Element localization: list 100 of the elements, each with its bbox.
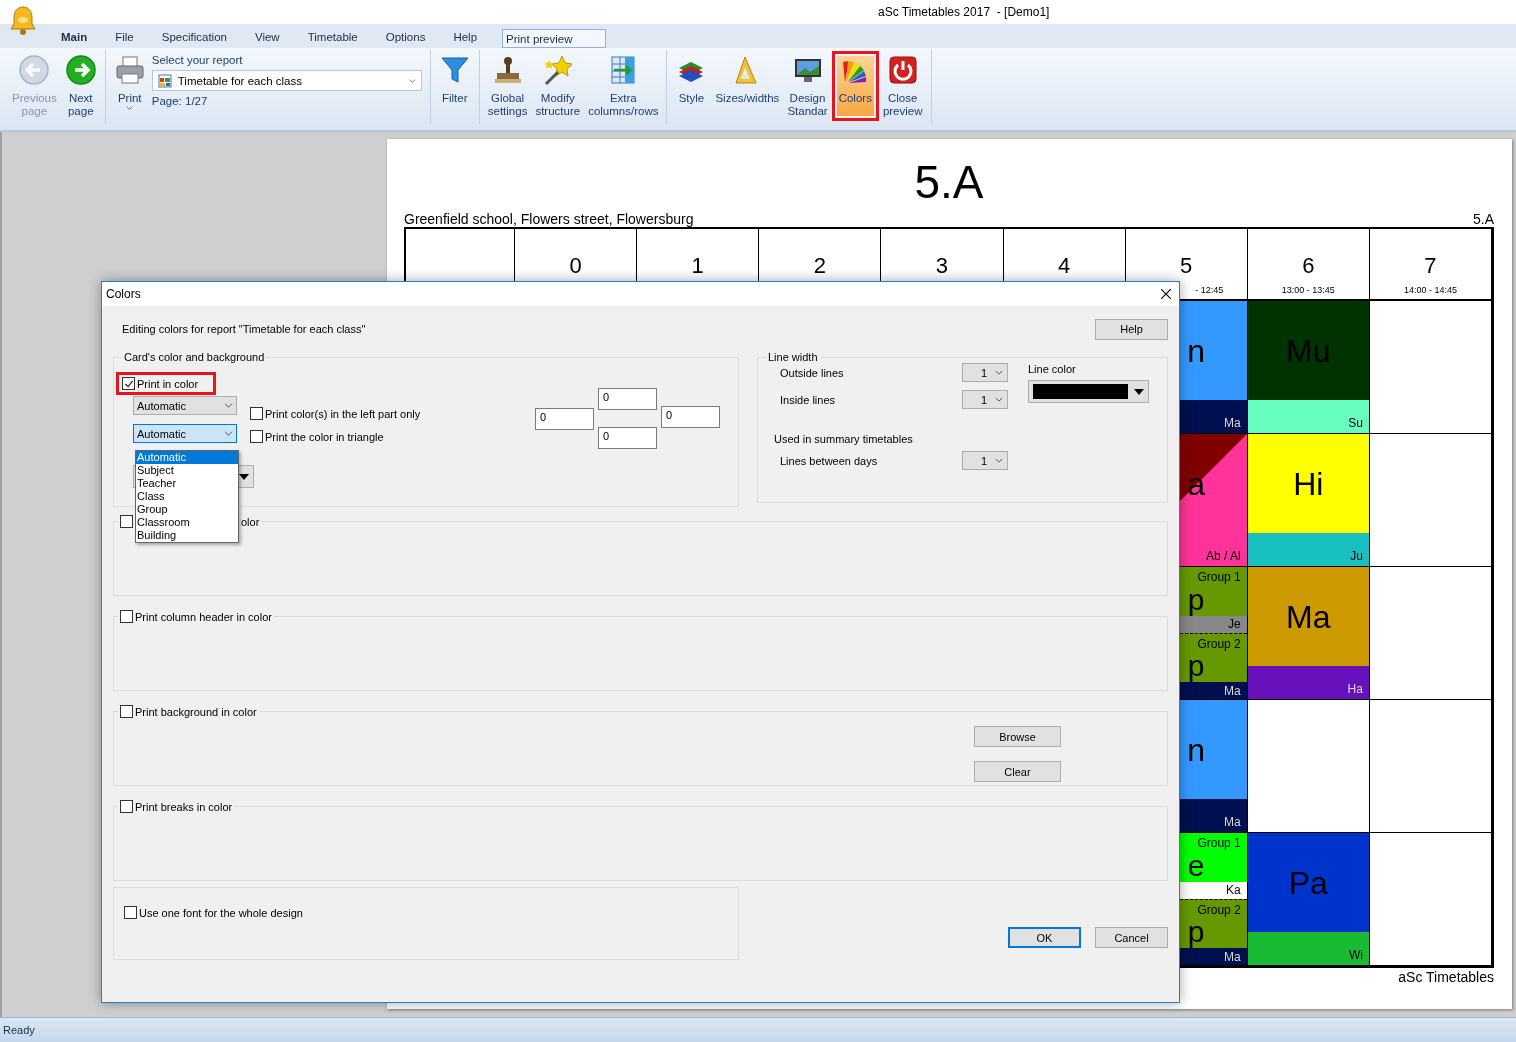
printer-icon <box>113 54 146 86</box>
checkbox[interactable] <box>250 430 263 443</box>
caret-icon <box>995 458 1003 463</box>
group-legend: Card's color and background <box>122 351 267 363</box>
arrow-left-icon <box>18 54 51 86</box>
caret-icon <box>224 403 233 408</box>
subject-label: n <box>1187 733 1206 766</box>
caret-icon <box>1134 388 1144 395</box>
dropdown[interactable]: Automatic <box>133 424 237 443</box>
section-button[interactable]: Clear <box>974 761 1061 782</box>
page-counter: Page: 1/27 <box>151 95 209 107</box>
next-page-button[interactable]: Next page <box>60 51 101 121</box>
margin-field[interactable]: 0 <box>598 427 657 449</box>
ribbon-tab[interactable]: Print preview <box>502 29 607 48</box>
filter-button[interactable]: Filter <box>434 51 475 121</box>
checkbox-label: Print in color <box>137 377 199 390</box>
period-number: 2 <box>813 253 826 279</box>
section-button[interactable]: Browse <box>974 726 1061 747</box>
subject-label: Ma <box>1286 600 1331 633</box>
field-label: Lines between days <box>779 454 879 467</box>
caret-icon <box>126 106 134 110</box>
field-label: Outside lines <box>779 366 845 379</box>
subject-label: Hi <box>1293 467 1324 500</box>
close-icon[interactable] <box>1161 289 1171 299</box>
period-number: 5 <box>1180 253 1193 279</box>
print-in-color-option[interactable]: Print in color <box>120 376 213 391</box>
period-time: 14:00 - 14:45 <box>1403 285 1457 295</box>
checkbox-label: Print background in color <box>135 705 257 718</box>
page-title: 5.A <box>914 157 984 207</box>
caret-icon <box>995 397 1003 402</box>
checkbox[interactable] <box>124 906 137 919</box>
help-button[interactable]: Help <box>1095 318 1168 340</box>
period-time: 13:00 - 13:45 <box>1281 285 1335 295</box>
subject-label: p <box>1187 584 1205 615</box>
dropdown[interactable]: 1 <box>962 390 1008 409</box>
modify-structure-button[interactable]: Modify structure <box>531 51 585 121</box>
print-button[interactable]: Print <box>109 51 150 121</box>
extra-columns-button[interactable]: Extra columns/rows <box>584 51 663 121</box>
period-number: 0 <box>569 253 582 279</box>
subject-label: e <box>1187 850 1205 881</box>
dialog-button[interactable]: Cancel <box>1095 927 1168 948</box>
dropdown-option[interactable]: Building <box>136 529 238 542</box>
dropdown[interactable]: Automatic <box>133 396 237 415</box>
group-label: Group 1 <box>1197 835 1242 850</box>
global-settings-button[interactable]: Global settings <box>483 51 532 121</box>
checkbox[interactable] <box>120 610 133 623</box>
close-preview-button[interactable]: Close preview <box>878 51 927 121</box>
period-number: 4 <box>1057 253 1071 279</box>
card-footer: Wi <box>1247 932 1369 965</box>
subject-label: Pa <box>1288 866 1328 899</box>
bell-icon[interactable] <box>9 4 37 36</box>
dropdown-option[interactable]: Classroom <box>136 516 238 529</box>
period-number: 6 <box>1302 253 1315 279</box>
checkbox-label: olor <box>241 515 260 528</box>
checkbox[interactable] <box>120 705 133 718</box>
card-footer: Ju <box>1247 533 1369 566</box>
checkbox[interactable] <box>120 800 133 813</box>
dropdown-option[interactable]: Group <box>136 503 238 516</box>
ribbon-tab[interactable]: Timetable <box>293 25 372 48</box>
dropdown-option[interactable]: Subject <box>136 464 238 477</box>
caret-icon <box>239 473 249 480</box>
ribbon-tab[interactable]: Specification <box>147 25 241 48</box>
dialog-button[interactable]: OK <box>1008 927 1081 948</box>
group-label: Group 1 <box>1197 569 1242 584</box>
dropdown-option[interactable]: Class <box>136 490 238 503</box>
ribbon-tab[interactable]: Main <box>47 25 102 48</box>
caret-icon <box>224 431 233 436</box>
margin-field[interactable]: 0 <box>535 408 594 430</box>
checkbox-label: Print the color in triangle <box>265 430 384 443</box>
timetable-icon <box>157 73 172 88</box>
sizes-button[interactable]: Sizes/widths <box>711 51 784 121</box>
dialog-title: Colors <box>106 287 141 301</box>
margin-field[interactable]: 0 <box>661 406 720 428</box>
margin-field[interactable]: 0 <box>598 388 657 410</box>
colors-button[interactable]: Colors <box>831 51 879 121</box>
dropdown-option[interactable]: Automatic <box>136 451 238 464</box>
caret-icon <box>995 370 1003 375</box>
checkbox[interactable] <box>250 407 263 420</box>
ribbon-tab[interactable]: View <box>240 25 294 48</box>
window-title: aSc Timetables 2017 - [Demo1] <box>878 5 1050 19</box>
checkbox[interactable] <box>120 515 133 528</box>
class-label: 5.A <box>1473 211 1494 227</box>
checkbox[interactable] <box>122 377 135 390</box>
school-name: Greenfield school, Flowers street, Flowersburg <box>404 211 694 227</box>
report-dropdown[interactable]: Timetable for each class <box>151 70 422 91</box>
dropdown[interactable]: 1 <box>962 451 1008 470</box>
ribbon-tab[interactable]: Options <box>371 25 440 48</box>
status-text: Ready <box>3 1024 35 1036</box>
group-label: Group 2 <box>1197 635 1242 651</box>
period-number: 7 <box>1424 253 1437 279</box>
line-color-dropdown[interactable] <box>1028 380 1149 403</box>
ribbon-tab[interactable]: File <box>101 25 148 48</box>
style-button[interactable]: Style <box>671 51 712 121</box>
ribbon-tab[interactable]: Help <box>439 25 492 48</box>
dropdown-option[interactable]: Teacher <box>136 477 238 490</box>
checkbox-label: Print color(s) in the left part only <box>265 407 421 420</box>
subject-label: p <box>1187 917 1205 948</box>
design-button[interactable]: Design Standar <box>783 51 832 121</box>
section-caption: Used in summary timetables <box>773 433 914 445</box>
dropdown[interactable]: 1 <box>962 363 1008 382</box>
